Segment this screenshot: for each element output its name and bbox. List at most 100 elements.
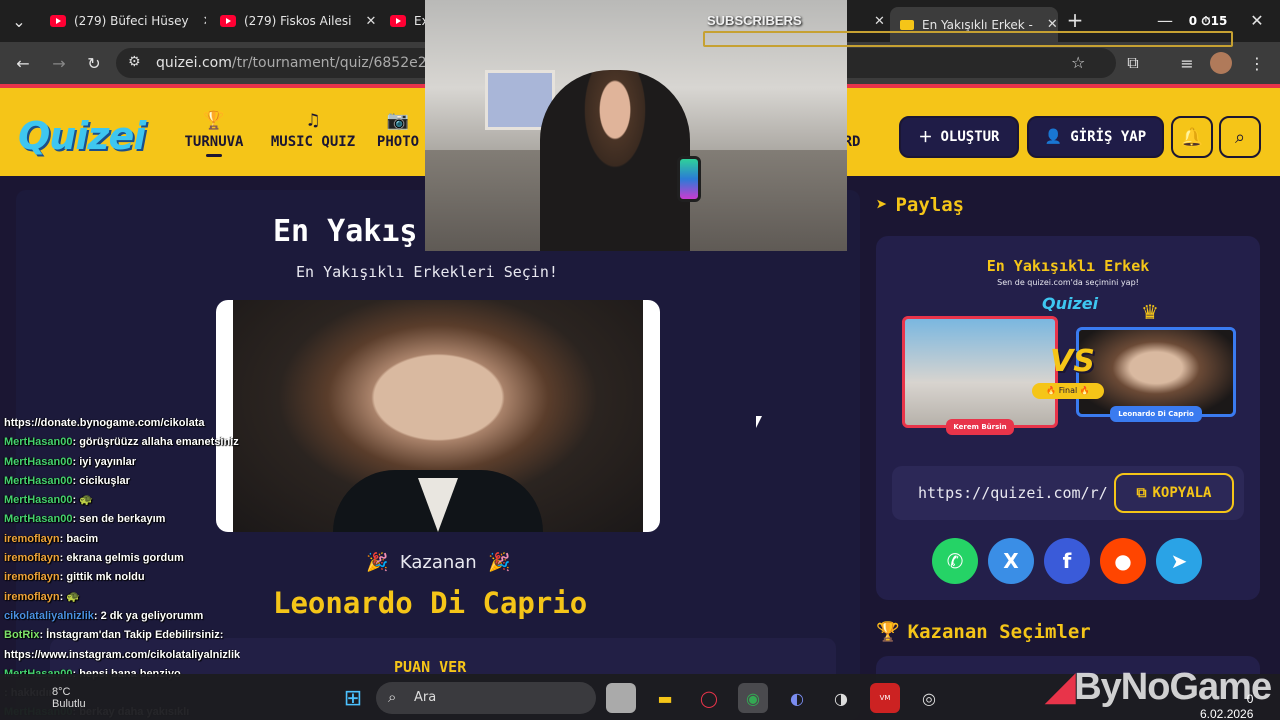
chat-message: https://donate.bynogame.com/cikolata [0,414,240,433]
close-icon[interactable]: ✕ [365,14,376,29]
url-text: quizei.com/tr/tournament/quiz/6852e26a4e [156,55,462,71]
start-menu-icon[interactable]: ⊞ [338,683,368,713]
task-view-icon[interactable] [606,683,636,713]
taskbar-search[interactable]: ⌕ Ara [376,682,596,714]
chat-username[interactable]: MertHasan00 [4,475,72,487]
extensions-icon[interactable]: ⧉ [1122,52,1144,74]
share-link-input[interactable]: https://quizei.com/r/6 [918,484,1108,502]
weather-desc: Bulutlu [52,698,86,710]
login-button[interactable]: 👤 GİRİŞ YAP [1027,116,1164,158]
chat-text: : 🐢 [72,494,93,507]
notification-bell-icon[interactable]: 🔔 [1171,116,1213,158]
close-window-icon[interactable]: ✕ [1246,9,1268,31]
winner-label: 🎉 Kazanan 🎉 [366,552,511,573]
site-info-icon[interactable]: ⚙ [128,54,141,70]
active-indicator [206,154,222,157]
new-tab-button[interactable]: + [1064,8,1086,32]
chat-username[interactable]: iremoflayn [4,591,60,603]
chrome-icon[interactable]: ◉ [738,683,768,713]
chat-username[interactable]: MertHasan00 [4,456,72,468]
opera-icon[interactable]: ◯ [694,683,724,713]
plus-icon: ＋ [918,130,933,146]
weather-temp: 8°C [52,686,71,698]
finalist-right-name: Leonardo Di Caprio [1110,406,1202,422]
copy-label: KOPYALA [1152,485,1212,501]
chat-text: : iyi yayınlar [72,455,137,468]
bookmark-star-icon[interactable]: ☆ [1071,53,1085,72]
nav-label: TURNUVA [184,134,244,150]
chat-username[interactable]: cikolataliyalnizlik [4,610,94,622]
nav-turnuva[interactable]: 🏆 TURNUVA [182,110,246,157]
chat-username[interactable]: MertHasan00 [4,513,72,525]
send-icon: ➤ [876,194,888,216]
tab-2[interactable]: (279) Fiskos Ailesi ✕ [210,7,376,35]
chat-username[interactable]: iremoflayn [4,571,60,583]
obs-icon[interactable]: ◎ [914,683,944,713]
quizei-logo[interactable]: Quizei [18,114,146,158]
chat-username[interactable]: iremoflayn [4,552,60,564]
user-icon: 👤 [1044,129,1063,145]
telegram-share-button[interactable]: ➤ [1156,538,1202,584]
nav-music-quiz[interactable]: ♫ MUSIC QUIZ [268,110,358,150]
tab-search-icon[interactable]: ⌄ [8,10,30,32]
url-domain: quizei.com [156,55,232,71]
chat-message: cikolataliyalnizlik: 2 dk ya geliyorumm [0,607,240,626]
file-explorer-icon[interactable]: ▬ [650,683,680,713]
login-label: GİRİŞ YAP [1070,129,1147,145]
camera-icon: 📷 [386,110,410,131]
chat-message: MertHasan00: iyi yayınlar [0,453,240,472]
chat-username[interactable]: BotRix [4,629,39,641]
chat-text: : görüşrüüzz allaha emanetsiniz [72,436,239,449]
share-heading-label: Paylaş [895,194,965,216]
crown-icon: ♛ [1141,300,1159,324]
winner-name: Leonardo Di Caprio [273,586,588,620]
nav-label: PHOTO [376,134,420,150]
winners-heading: 🏆 Kazanan Seçimler [876,620,1091,644]
tab-1[interactable]: (279) Büfeci Hüsey ✕ [40,7,206,35]
search-icon[interactable]: ⌕ [1219,116,1261,158]
taskbar-clock[interactable]: 0 6.02.2026 [1200,692,1253,720]
back-icon[interactable]: ← [12,52,34,74]
menu-dots-icon[interactable]: ⋮ [1246,52,1268,74]
close-icon[interactable]: ✕ [1047,17,1058,32]
chat-text: : ekrana gelmis gordum [59,552,184,565]
reddit-share-button[interactable]: ● [1100,538,1146,584]
facebook-share-button[interactable]: f [1044,538,1090,584]
subscribers-goal-bar [703,31,1233,47]
x-icon: X [1003,549,1019,573]
chat-message: MertHasan00: görüşrüüzz allaha emanetsin… [0,433,240,452]
close-icon[interactable]: ✕ [203,14,206,29]
create-button[interactable]: ＋ OLUŞTUR [899,116,1019,158]
chat-username[interactable]: MertHasan00 [4,494,72,506]
finalist-right-photo [1076,327,1236,417]
minimize-icon[interactable]: — [1154,9,1176,31]
discord-icon[interactable]: ◐ [782,683,812,713]
chat-message: MertHasan00: cicikuşlar [0,472,240,491]
clock-time: 0 [1246,692,1254,706]
chat-message: iremoflayn: ekrana gelmis gordum [0,549,240,568]
close-icon[interactable]: ✕ [874,14,884,29]
winner-label-text: Kazanan [399,552,477,573]
x-share-button[interactable]: X [988,538,1034,584]
chat-text: : sen de berkayım [72,513,166,526]
chat-username[interactable]: iremoflayn [4,533,60,545]
chat-text: : gittik mk noldu [59,571,145,584]
voicemeeter-icon[interactable]: VM [870,683,900,713]
nav-label: MUSIC QUIZ [270,134,356,150]
youtube-icon [50,15,66,27]
forward-icon[interactable]: → [48,52,70,74]
taskbar-search-placeholder: Ara [414,690,437,705]
tab-label: En Yakışıklı Erkek - [922,17,1033,32]
app-icon[interactable]: ◑ [826,683,856,713]
chat-username[interactable]: MertHasan00 [4,436,72,448]
weather-widget[interactable]: 8°C Bulutlu [52,686,86,710]
media-control-icon[interactable]: ≡ [1176,52,1198,74]
chat-message: iremoflayn: bacim [0,530,240,549]
whatsapp-share-button[interactable]: ✆ [932,538,978,584]
copy-button[interactable]: ⧉ KOPYALA [1114,473,1234,513]
vs-label: VS [1050,344,1095,379]
chat-text: : cicikuşlar [72,474,130,487]
reload-icon[interactable]: ↻ [83,52,105,74]
nav-photo[interactable]: 📷 PHOTO [370,110,426,150]
profile-avatar[interactable] [1210,52,1232,74]
